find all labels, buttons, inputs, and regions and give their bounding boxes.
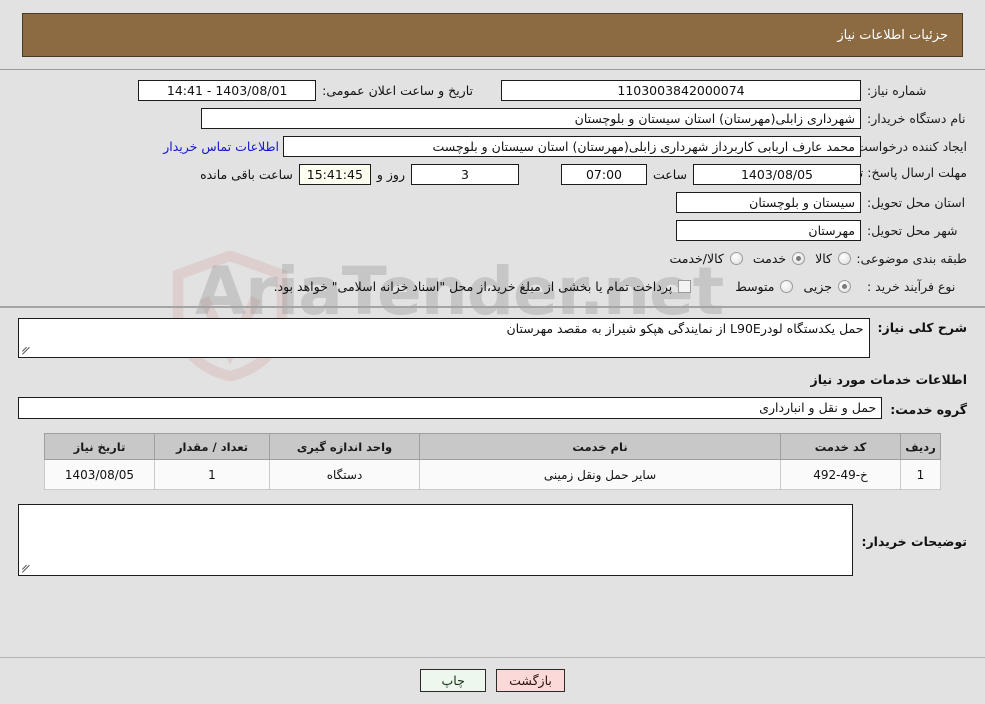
radio-category-2-label: کالا/خدمت [669, 250, 724, 266]
cell-name: سایر حمل ونقل زمینی [419, 459, 781, 490]
need-summary-row: شرح کلی نیاز: حمل یکدستگاه لودرL90E از ن… [18, 318, 967, 358]
creator-value: محمد عارف اربابی کاربرداز شهرداری زابلی(… [283, 135, 861, 157]
buyer-notes-textarea[interactable] [18, 504, 854, 576]
process-type-row: نوع فرآیند خرید : جزیی متوسط پرداخت تمام… [18, 272, 967, 300]
category-row: طبقه بندی موضوعی: کالا خدمت کالا/خدمت [18, 244, 967, 272]
countdown-timer: 15:41:45 [298, 163, 371, 185]
cell-unit: دستگاه [269, 459, 420, 490]
announce-datetime-label: تاریخ و ساعت اعلان عمومی: [322, 82, 473, 98]
buyer-org-label: نام دستگاه خریدار: [867, 110, 966, 126]
creator-label: ایجاد کننده درخواست: [851, 138, 967, 154]
cell-need-date: 1403/08/05 [44, 459, 155, 490]
city-row: شهر محل تحویل: مهرستان [18, 216, 967, 244]
service-group-section: گروه خدمت: حمل و نقل و انبارداری [0, 389, 985, 423]
radio-process-0-label: جزیی [803, 278, 832, 294]
days-remaining-value: 3 [410, 163, 519, 185]
service-group-value: حمل و نقل و انبارداری [18, 397, 883, 419]
radio-category-1-label: خدمت [752, 250, 787, 266]
treasury-bonds-checkbox[interactable] [678, 279, 692, 293]
days-unit-label: روز و [376, 166, 405, 182]
deadline-label: مهلت ارسال پاسخ: تا تاریخ: [822, 165, 967, 180]
category-radio-group: کالا خدمت کالا/خدمت [669, 251, 861, 266]
radio-process-0[interactable] [838, 279, 851, 293]
buyer-contact-link[interactable]: اطلاعات تماس خریدار [159, 139, 283, 154]
city-value: مهرستان [676, 219, 861, 241]
radio-process-1[interactable] [780, 279, 794, 293]
radio-category-1[interactable] [792, 251, 806, 265]
resize-handle-icon [22, 563, 32, 573]
need-number-row: شماره نیاز: 1103003842000074 تاریخ و ساع… [18, 76, 967, 104]
cell-code: خ-49-492 [780, 459, 901, 490]
deadline-date-value: 1403/08/05 [693, 163, 861, 185]
buyer-notes-label: توضیحات خریدار: [861, 533, 967, 549]
need-number-value: 1103003842000074 [501, 79, 861, 101]
items-table-header-row: ردیف کد خدمت نام خدمت واحد اندازه گیری ت… [44, 433, 941, 460]
deadline-row: مهلت ارسال پاسخ: تا تاریخ: 1403/08/05 سا… [18, 160, 967, 188]
buyer-notes-section: توضیحات خریدار: [0, 490, 985, 576]
footer-actions: بازگشت چاپ [0, 657, 985, 704]
buyer-org-row: نام دستگاه خریدار: شهرداری زابلی(مهرستان… [18, 104, 967, 132]
services-section-title: اطلاعات خدمات مورد نیاز [810, 372, 968, 387]
need-summary-value: حمل یکدستگاه لودرL90E از نمایندگی هپکو ش… [506, 321, 864, 336]
service-group-label: گروه خدمت: [890, 401, 967, 417]
announce-datetime-value: 14:41 - 1403/08/01 [138, 79, 317, 101]
page-title-bar: جزئیات اطلاعات نیاز [22, 13, 963, 57]
need-details-panel: شماره نیاز: 1103003842000074 تاریخ و ساع… [0, 69, 985, 576]
radio-process-1-label: متوسط [735, 278, 775, 294]
radio-category-0-label: کالا [815, 250, 832, 266]
province-row: استان محل تحویل: سیستان و بلوچستان [18, 188, 967, 216]
countdown-label: ساعت باقی مانده [200, 166, 293, 182]
col-unit: واحد اندازه گیری [269, 433, 420, 460]
items-table: ردیف کد خدمت نام خدمت واحد اندازه گیری ت… [44, 433, 941, 490]
creator-row: ایجاد کننده درخواست: محمد عارف اربابی کا… [18, 132, 967, 160]
print-button[interactable]: چاپ [420, 669, 487, 692]
process-type-label: نوع فرآیند خرید : [867, 278, 956, 294]
col-name: نام خدمت [419, 433, 781, 460]
deadline-hour-label: ساعت [652, 166, 687, 182]
cell-row-no: 1 [900, 459, 941, 490]
items-table-wrap: ردیف کد خدمت نام خدمت واحد اندازه گیری ت… [44, 433, 941, 490]
page-title: جزئیات اطلاعات نیاز [837, 27, 948, 43]
col-code: کد خدمت [780, 433, 901, 460]
buyer-org-value: شهرداری زابلی(مهرستان) استان سیستان و بل… [201, 107, 861, 129]
need-summary-textarea[interactable]: حمل یکدستگاه لودرL90E از نمایندگی هپکو ش… [18, 318, 870, 358]
cell-quantity: 1 [154, 459, 270, 490]
need-summary-label: شرح کلی نیاز: [877, 320, 967, 335]
deadline-hour-value: 07:00 [560, 163, 647, 185]
process-type-radio-group: جزیی متوسط [735, 279, 861, 294]
city-label: شهر محل تحویل: [867, 222, 958, 238]
category-label: طبقه بندی موضوعی: [856, 250, 967, 266]
resize-handle-icon [22, 345, 32, 355]
radio-category-0[interactable] [838, 251, 851, 265]
radio-category-2[interactable] [729, 251, 743, 265]
need-number-label: شماره نیاز: [867, 82, 927, 98]
col-quantity: تعداد / مقدار [154, 433, 270, 460]
treasury-bonds-label: پرداخت تمام یا بخشی از مبلغ خرید،از محل … [273, 278, 673, 294]
province-value: سیستان و بلوچستان [676, 191, 861, 213]
need-summary-section: شرح کلی نیاز: حمل یکدستگاه لودرL90E از ن… [0, 308, 985, 362]
col-need-date: تاریخ نیاز [44, 433, 155, 460]
back-button[interactable]: بازگشت [496, 669, 565, 692]
top-form-section: شماره نیاز: 1103003842000074 تاریخ و ساع… [0, 70, 985, 308]
province-label: استان محل تحویل: [867, 194, 966, 210]
col-row-no: ردیف [900, 433, 941, 460]
service-group-row: گروه خدمت: حمل و نقل و انبارداری [18, 397, 967, 419]
table-row: 1 خ-49-492 سایر حمل ونقل زمینی دستگاه 1 … [44, 459, 941, 490]
buyer-notes-row: توضیحات خریدار: [18, 504, 967, 576]
